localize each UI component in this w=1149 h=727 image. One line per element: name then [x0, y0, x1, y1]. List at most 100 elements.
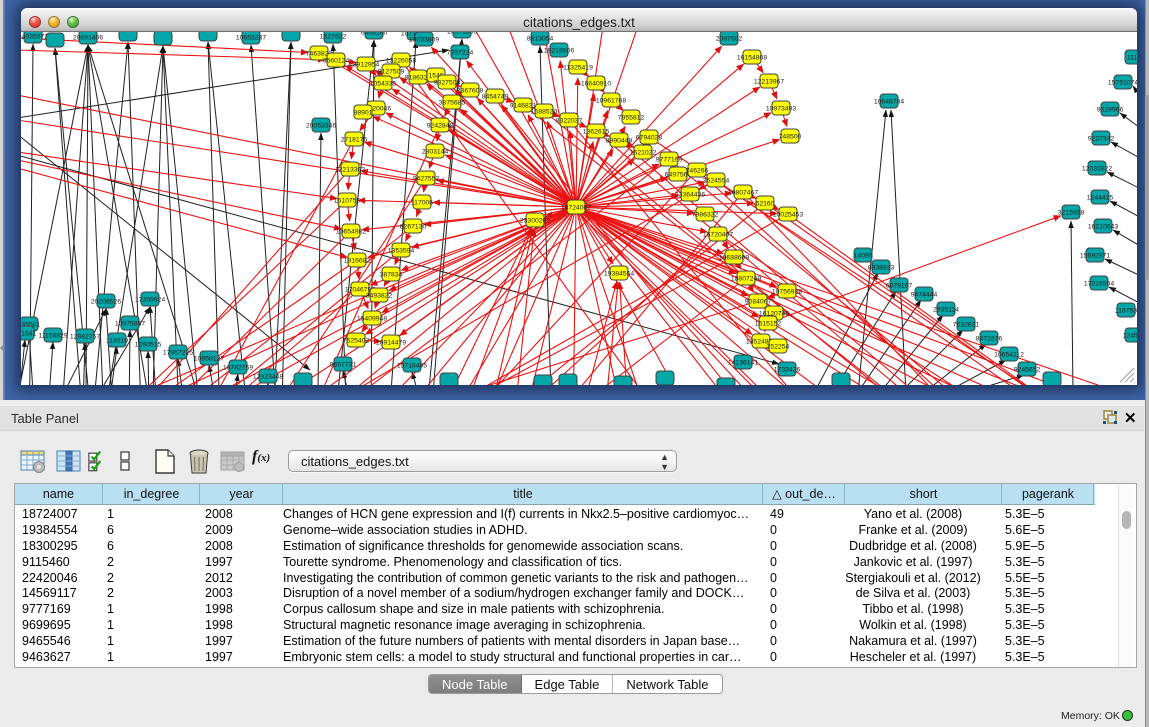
svg-text:9657791: 9657791 [330, 362, 357, 369]
svg-text:20206526: 20206526 [91, 299, 121, 306]
svg-text:1615152: 1615152 [755, 321, 782, 328]
svg-text:3493822: 3493822 [366, 293, 393, 300]
svg-text:9327508: 9327508 [434, 80, 461, 87]
svg-text:8938923: 8938923 [868, 265, 895, 272]
svg-text:10975857: 10975857 [115, 321, 145, 328]
svg-text:12213303: 12213303 [335, 167, 365, 174]
svg-text:8471676: 8471676 [976, 336, 1003, 343]
svg-text:98901: 98901 [354, 110, 373, 117]
svg-text:9242848: 9242848 [427, 123, 454, 130]
svg-text:1588520: 1588520 [531, 109, 558, 116]
svg-text:1290515: 1290515 [135, 342, 162, 349]
svg-text:2367608: 2367608 [457, 88, 484, 95]
svg-text:10973493: 10973493 [766, 106, 796, 113]
svg-text:8990448: 8990448 [606, 138, 633, 145]
svg-text:7625402: 7625402 [343, 338, 370, 345]
svg-text:14035572: 14035572 [21, 34, 48, 41]
svg-text:10688609: 10688609 [719, 255, 749, 262]
svg-text:3912954: 3912954 [353, 62, 380, 69]
svg-text:18724007: 18724007 [561, 205, 591, 212]
svg-text:7955812: 7955812 [618, 115, 645, 122]
svg-text:10654112: 10654112 [994, 352, 1024, 359]
svg-text:17359924: 17359924 [135, 297, 165, 304]
svg-text:9245652: 9245652 [1014, 367, 1041, 374]
svg-text:10025453: 10025453 [773, 212, 803, 219]
svg-text:23364436: 23364436 [675, 192, 705, 199]
svg-text:19218506: 19218506 [544, 48, 574, 55]
svg-text:9227342: 9227342 [1088, 136, 1115, 143]
svg-text:17016504: 17016504 [1084, 281, 1114, 288]
svg-text:1353594: 1353594 [388, 248, 415, 255]
svg-text:1117: 1117 [1127, 55, 1137, 62]
svg-text:9777169: 9777169 [656, 157, 683, 164]
svg-text:746266: 746266 [686, 168, 709, 175]
svg-text:3875685: 3875685 [439, 100, 466, 107]
svg-text:8267130: 8267130 [400, 224, 427, 231]
svg-text:12033822: 12033822 [1082, 166, 1112, 173]
svg-text:10807467: 10807467 [728, 190, 758, 197]
svg-text:10654982: 10654982 [336, 229, 366, 236]
svg-text:1610755: 1610755 [334, 198, 361, 205]
svg-text:124502: 124502 [1123, 333, 1137, 340]
svg-text:1733426: 1733426 [774, 367, 801, 374]
svg-text:3215958: 3215958 [1058, 210, 1085, 217]
svg-text:117006: 117006 [411, 200, 433, 207]
svg-text:16971355: 16971355 [447, 32, 477, 36]
svg-text:18807249: 18807249 [731, 276, 761, 283]
svg-text:8322037: 8322037 [556, 118, 583, 125]
svg-text:9427552: 9427552 [413, 176, 440, 183]
svg-text:2803144: 2803144 [422, 149, 449, 156]
svg-text:62160: 62160 [756, 201, 775, 208]
svg-text:2718176: 2718176 [341, 137, 368, 144]
svg-text:6794028: 6794028 [636, 135, 663, 142]
svg-text:16210643: 16210643 [1088, 224, 1118, 231]
svg-text:1916682: 1916682 [344, 258, 371, 265]
svg-text:2935114: 2935114 [933, 307, 959, 314]
svg-text:1621022: 1621022 [630, 150, 657, 157]
svg-text:1054335: 1054335 [370, 81, 397, 88]
svg-text:9127509: 9127509 [378, 69, 405, 76]
svg-text:7357224: 7357224 [447, 50, 474, 57]
svg-text:11156829: 11156829 [38, 333, 67, 340]
svg-text:748500: 748500 [779, 134, 802, 141]
svg-text:9084067: 9084067 [745, 299, 772, 306]
svg-text:6879197: 6879197 [886, 283, 913, 290]
svg-text:252254: 252254 [767, 344, 790, 351]
svg-text:6466160: 6466160 [361, 32, 388, 37]
svg-text:9329966: 9329966 [1097, 107, 1124, 114]
svg-text:114519: 114519 [106, 338, 128, 345]
svg-text:23300203: 23300203 [520, 218, 550, 225]
svg-text:15716485: 15716485 [397, 363, 427, 370]
svg-text:8660124: 8660124 [323, 58, 350, 65]
svg-text:7986322: 7986322 [692, 212, 719, 219]
svg-text:12923448: 12923448 [253, 374, 283, 381]
svg-text:1244415: 1244415 [1087, 195, 1114, 202]
svg-text:391541: 391541 [21, 331, 37, 338]
svg-text:1362615: 1362615 [583, 129, 610, 136]
svg-text:15720407: 15720407 [703, 232, 733, 239]
svg-text:16154808: 16154808 [737, 55, 767, 62]
svg-text:1527602: 1527602 [320, 34, 347, 41]
svg-text:10961768: 10961768 [596, 98, 626, 105]
svg-text:20053346: 20053346 [306, 123, 336, 130]
svg-text:16782759: 16782759 [223, 365, 253, 372]
svg-text:10648784: 10648784 [874, 99, 904, 106]
svg-text:116753: 116753 [1115, 308, 1137, 315]
svg-text:7632621: 7632621 [953, 322, 980, 329]
svg-text:9474444: 9474444 [911, 292, 938, 299]
svg-text:3624554: 3624554 [703, 178, 730, 185]
svg-text:10958127: 10958127 [194, 356, 224, 363]
svg-text:15409948: 15409948 [357, 316, 387, 323]
svg-text:10653287: 10653287 [236, 35, 266, 42]
svg-text:12942757: 12942757 [70, 334, 100, 341]
svg-text:10756928: 10756928 [772, 289, 802, 296]
svg-text:15692971: 15692971 [1080, 253, 1110, 260]
svg-text:387834: 387834 [380, 272, 403, 279]
svg-text:2087682: 2087682 [716, 36, 743, 43]
svg-text:8813054: 8813054 [527, 36, 554, 43]
svg-text:16640910: 16640910 [581, 81, 611, 88]
svg-text:14095: 14095 [854, 253, 873, 260]
svg-text:17957225: 17957225 [163, 350, 193, 357]
svg-text:20691406: 20691406 [73, 35, 103, 42]
svg-text:8454749: 8454749 [482, 94, 509, 101]
